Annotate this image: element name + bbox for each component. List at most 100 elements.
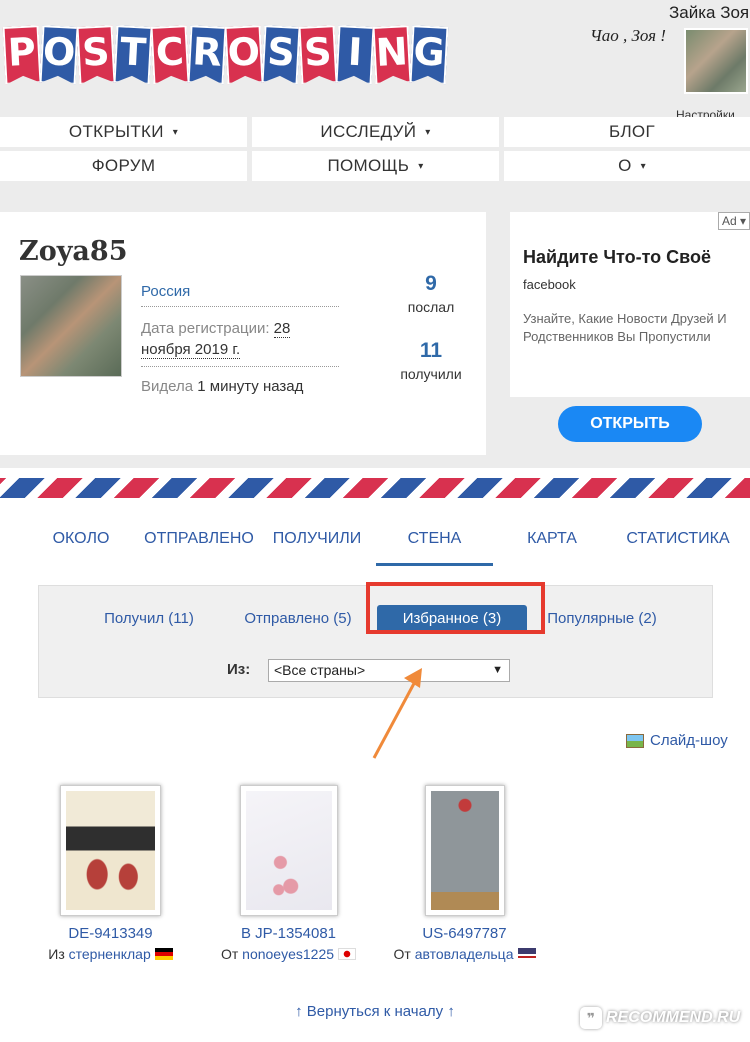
chevron-down-icon: ▾ [640,160,646,172]
header-area: P O S T C R O S S I N G Чао , Зоя ! Зайк… [0,0,750,468]
postcard-user-link[interactable]: nonoeyes1225 [242,946,334,962]
logo-letter: S [77,25,116,85]
user-avatar[interactable] [684,28,748,94]
postcard-item: US-6497787 От автовладельца [382,785,547,962]
ad-choices-badge[interactable]: Ad ▾ [717,212,750,230]
postcard-from: Из стерненклар [28,946,193,962]
registration-date: Дата регистрации: 28 ноября 2019 г. [141,318,339,367]
logo-letter: G [410,25,449,85]
logo-letter: O [225,25,264,85]
chevron-down-icon: ▾ [172,126,179,138]
profile-card: Zoya85 Россия Дата регистрации: 28 ноябр… [0,212,486,455]
postcard-item: В JP-1354081 От nonoeyes1225 [206,785,371,962]
greeting-text: Чао , Зоя ! [590,26,666,45]
sent-stat[interactable]: 9 послал [391,272,471,315]
logo-letter: T [114,25,153,85]
menu-item-postcards[interactable]: ОТКРЫТКИ ▾ [0,117,247,147]
watermark: ❞ RECOMMEND.RU [580,1000,750,1036]
postcard-thumbnail[interactable] [239,785,338,916]
ad-source: facebook [523,277,576,292]
profile-country-link[interactable]: Россия [141,283,339,307]
annotation-arrow-icon [372,668,422,759]
logo-letter: N [373,25,412,85]
received-label: получили [400,366,462,382]
username-link[interactable]: Зайка Зоя [669,3,749,23]
logo-letter: C [151,25,190,85]
from-prefix: Из [48,946,69,962]
main-menu: ОТКРЫТКИ ▾ ИССЛЕДУЙ ▾ БЛОГ ФОРУМ ПОМОЩЬ ▾ О… [0,117,750,181]
ad-text: Узнайте, Какие Новости Друзей И Родствен… [523,311,727,344]
ad-box[interactable]: Ad ▾ Найдите Что-то Своё facebook Узнайт… [510,212,750,397]
sent-count: 9 [425,272,437,295]
annotation-highlight-box [366,582,545,634]
profile-tabs: ОКОЛО ОТПРАВЛЕНО ПОЛУЧИЛИ СТЕНА КАРТА СТ… [0,520,750,568]
profile-avatar [20,275,122,377]
menu-item-help[interactable]: ПОМОЩЬ ▾ [252,151,499,181]
last-seen-label: Видела [141,378,198,395]
tab-map[interactable]: КАРТА [510,520,594,566]
slideshow-label: Слайд-шоу [650,732,728,749]
germany-flag-icon [154,948,173,960]
ad-open-button[interactable]: ОТКРЫТЬ [558,406,702,442]
logo-letter: O [40,25,79,85]
chevron-down-icon: ▾ [425,126,431,138]
sent-label: послал [407,299,455,315]
menu-label: ФОРУМ [91,156,156,175]
postcard-from: От nonoeyes1225 [206,946,371,962]
tab-sent[interactable]: ОТПРАВЛЕНО [140,520,258,566]
postcard-id-link[interactable]: US-6497787 [382,925,547,942]
logo-letter: I [336,25,375,85]
menu-item-blog[interactable]: БЛОГ [504,117,750,147]
postcard-image [430,791,499,910]
tab-about[interactable]: ОКОЛО [36,520,126,566]
filter-popular[interactable]: Популярные (2) [542,605,662,633]
menu-item-explore[interactable]: ИССЛЕДУЙ ▾ [252,117,499,147]
last-seen-value: 1 минуту назад [197,378,304,395]
registration-label: Дата регистрации: [141,320,274,337]
postcard-image [245,791,332,910]
postcard-user-link[interactable]: стерненклар [69,946,151,962]
postcard-id-link[interactable]: DE-9413349 [28,925,193,942]
logo-letter: P [3,25,42,85]
logo-letter: S [262,25,301,85]
postcrossing-logo[interactable]: P O S T C R O S S I N G [4,26,448,84]
postcard-from: От автовладельца [382,946,547,962]
postcard-id-link[interactable]: В JP-1354081 [206,925,371,942]
menu-label: ПОМОЩЬ [327,156,410,175]
japan-flag-icon [338,948,357,960]
menu-label: БЛОГ [609,122,655,141]
postcard-image [66,791,155,910]
chevron-down-icon: ▾ [418,160,424,172]
profile-name: Zoya85 [19,236,128,267]
logo-letter: S [299,25,338,85]
ad-panel: Ad ▾ Найдите Что-то Своё facebook Узнайт… [510,212,750,455]
postcard-item: DE-9413349 Из стерненклар [28,785,193,962]
ad-title: Найдите Что-то Своё [523,247,712,267]
menu-item-forum[interactable]: ФОРУМ [0,151,247,181]
from-label: Из: [227,661,251,678]
postcard-user-link[interactable]: автовладельца [415,946,514,962]
filter-sent[interactable]: Отправлено (5) [235,605,361,633]
watermark-text: RECOMMEND.RU [606,1009,741,1026]
usa-flag-icon [517,948,536,960]
from-prefix: От [393,946,415,962]
menu-item-about[interactable]: О ▾ [504,151,750,181]
tab-stats[interactable]: СТАТИСТИКА [612,520,744,566]
tab-wall[interactable]: СТЕНА [376,520,493,566]
slideshow-link[interactable]: Слайд-шоу [626,732,728,749]
filter-received[interactable]: Получил (11) [91,605,207,633]
country-select-value: <Все страны> [274,662,366,678]
dropdown-arrow-icon: ▼ [492,664,503,676]
postcard-thumbnail[interactable] [60,785,161,916]
slideshow-icon [626,733,644,748]
from-prefix: От [220,946,243,962]
recommend-logo-icon: ❞ [580,1007,602,1029]
received-stat[interactable]: 11 получили [391,339,471,382]
menu-label: ИССЛЕДУЙ [320,122,417,141]
received-count: 11 [419,339,443,362]
airmail-stripe-divider [0,478,750,498]
tab-received[interactable]: ПОЛУЧИЛИ [264,520,370,566]
logo-letter: R [188,25,227,85]
last-seen: Видела 1 минуту назад [141,378,303,395]
postcard-thumbnail[interactable] [424,785,505,916]
